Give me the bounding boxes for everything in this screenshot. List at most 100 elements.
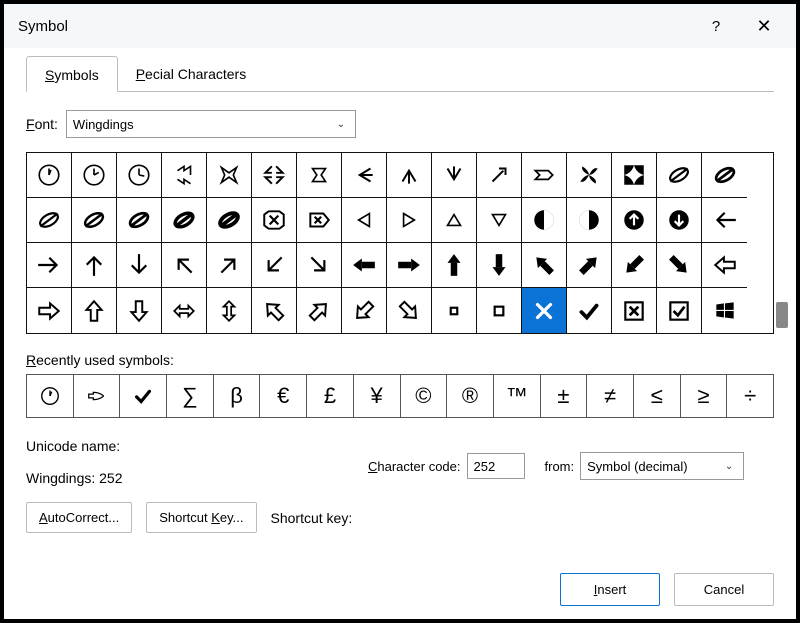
symbol-cell-caret-left[interactable] <box>342 198 387 243</box>
symbol-cell-tail-diag[interactable] <box>477 153 522 198</box>
recent-symbol-12[interactable]: ≠ <box>586 375 633 417</box>
help-button[interactable]: ? <box>692 9 740 43</box>
symbol-cell-check-boxed[interactable] <box>657 288 702 333</box>
symbol-cell-x-boxed[interactable] <box>612 288 657 333</box>
from-select[interactable]: Symbol (decimal) ⌄ <box>580 452 744 480</box>
symbol-cell-arrow-bold-dr[interactable] <box>657 243 702 288</box>
from-value: Symbol (decimal) <box>587 459 721 474</box>
symbol-cell-dblarrow4[interactable] <box>297 153 342 198</box>
symbol-cell-arrow-thin-ur[interactable] <box>207 243 252 288</box>
recent-symbol-4[interactable]: β <box>213 375 260 417</box>
insert-button[interactable]: Insert <box>560 573 660 606</box>
symbol-cell-arrow-bold-right[interactable] <box>387 243 432 288</box>
close-button[interactable]: ✕ <box>740 9 788 43</box>
symbol-cell-arrow-bold-dl[interactable] <box>612 243 657 288</box>
symbol-cell-arrow-outline-ur[interactable] <box>297 288 342 333</box>
tab-symbols[interactable]: Symbols <box>26 56 118 92</box>
symbol-cell-arrow-outline-lr[interactable] <box>162 288 207 333</box>
recent-symbol-15[interactable]: ÷ <box>726 375 773 417</box>
symbol-cell-square-star[interactable] <box>612 153 657 198</box>
symbol-cell-arrow-bold-ul[interactable] <box>522 243 567 288</box>
symbol-cell-x-mark[interactable] <box>522 288 567 333</box>
symbol-cell-leaf-diag2[interactable] <box>702 153 747 198</box>
recent-symbol-1[interactable] <box>73 375 120 417</box>
symbol-cell-arrow-thin-up[interactable] <box>72 243 117 288</box>
symbol-cell-dblarrow3[interactable] <box>252 153 297 198</box>
symbol-cell-tail-up[interactable] <box>387 153 432 198</box>
scroll-thumb[interactable] <box>776 302 788 328</box>
recent-symbol-9[interactable]: ® <box>446 375 493 417</box>
symbol-cell-leaf-bold1[interactable] <box>162 198 207 243</box>
symbol-cell-half-circle-right[interactable] <box>567 198 612 243</box>
scrollbar[interactable] <box>776 154 788 332</box>
symbol-cell-arrow-outline-up[interactable] <box>72 288 117 333</box>
symbol-cell-arrow-outline-left[interactable] <box>702 243 747 288</box>
symbol-cell-arrow-thin-dl[interactable] <box>252 243 297 288</box>
font-select[interactable]: ⌄ <box>66 110 356 138</box>
symbol-cell-arrow-thin-right[interactable] <box>27 243 72 288</box>
symbol-cell-arrow-bold-up[interactable] <box>432 243 477 288</box>
symbol-cell-caret-right[interactable] <box>387 198 432 243</box>
symbol-cell-arrow-outline-ul[interactable] <box>252 288 297 333</box>
symbol-cell-tail-left[interactable] <box>342 153 387 198</box>
recent-symbol-2[interactable] <box>119 375 166 417</box>
cancel-button[interactable]: Cancel <box>674 573 774 606</box>
symbol-cell-arrow-thin-dr[interactable] <box>297 243 342 288</box>
symbol-cell-arrow-outline-down[interactable] <box>117 288 162 333</box>
symbol-cell-square-small-1[interactable] <box>432 288 477 333</box>
recent-symbol-8[interactable]: © <box>400 375 447 417</box>
symbol-cell-tail-down[interactable] <box>432 153 477 198</box>
symbol-cell-x-box[interactable] <box>252 198 297 243</box>
tab-symbols-label: ymbols <box>54 67 98 83</box>
symbol-cell-dblarrow1[interactable] <box>162 153 207 198</box>
symbol-cell-leaf-oval3[interactable] <box>117 198 162 243</box>
font-input[interactable] <box>73 117 333 132</box>
symbol-cell-arrow-outline-dr[interactable] <box>387 288 432 333</box>
symbol-cell-leaf-bold2[interactable] <box>207 198 252 243</box>
symbol-cell-check-mark[interactable] <box>567 288 612 333</box>
symbol-cell-leaf-diag1[interactable] <box>657 153 702 198</box>
titlebar: Symbol ? ✕ <box>4 4 796 48</box>
recent-symbol-14[interactable]: ≥ <box>680 375 727 417</box>
symbol-cell-arrow-thin-down[interactable] <box>117 243 162 288</box>
wingdings-name: Wingdings: 252 <box>26 470 356 486</box>
symbol-cell-leaf-oval1[interactable] <box>27 198 72 243</box>
symbol-cell-arrow-outline-right[interactable] <box>27 288 72 333</box>
symbol-cell-arrow-bold-ur[interactable] <box>567 243 612 288</box>
recent-symbol-10[interactable]: ™ <box>493 375 540 417</box>
symbol-cell-dblarrow2[interactable] <box>207 153 252 198</box>
recent-symbol-0[interactable] <box>26 375 73 417</box>
symbol-cell-square-small-2[interactable] <box>477 288 522 333</box>
symbol-cell-arrow-circle-down[interactable] <box>657 198 702 243</box>
symbol-cell-caret-up[interactable] <box>432 198 477 243</box>
symbol-cell-clock2[interactable] <box>72 153 117 198</box>
recent-symbol-3[interactable]: ∑ <box>166 375 213 417</box>
symbol-cell-x-tag[interactable] <box>297 198 342 243</box>
symbol-cell-arrow-thin-ul[interactable] <box>162 243 207 288</box>
symbol-cell-clock3[interactable] <box>117 153 162 198</box>
symbol-cell-arrow-outline-ud[interactable] <box>207 288 252 333</box>
symbol-cell-arrow-circle-up[interactable] <box>612 198 657 243</box>
symbol-cell-ribbon-right[interactable] <box>522 153 567 198</box>
symbol-cell-arrow-thin-left[interactable] <box>702 198 747 243</box>
autocorrect-button[interactable]: AutoCorrect... <box>26 502 132 533</box>
symbol-cell-arrow-outline-dl[interactable] <box>342 288 387 333</box>
symbol-cell-caret-down[interactable] <box>477 198 522 243</box>
symbol-cell-arrow-bold-down[interactable] <box>477 243 522 288</box>
char-code-input[interactable] <box>467 453 525 479</box>
symbol-cell-windows-logo[interactable] <box>702 288 747 333</box>
shortcut-key-button[interactable]: Shortcut Key... <box>146 502 256 533</box>
symbol-cell-pinwheel[interactable] <box>567 153 612 198</box>
recent-symbol-11[interactable]: ± <box>540 375 587 417</box>
symbol-cell-arrow-bold-left[interactable] <box>342 243 387 288</box>
recent-symbol-5[interactable]: € <box>259 375 306 417</box>
chevron-down-icon: ⌄ <box>333 119 349 130</box>
symbol-cell-leaf-oval2[interactable] <box>72 198 117 243</box>
recent-symbol-13[interactable]: ≤ <box>633 375 680 417</box>
recent-symbol-6[interactable]: £ <box>306 375 353 417</box>
recent-label: Recently used symbols: <box>26 352 774 368</box>
recent-symbol-7[interactable]: ¥ <box>353 375 400 417</box>
tab-special-characters[interactable]: Pecial Characters <box>118 56 265 91</box>
symbol-cell-clock1[interactable] <box>27 153 72 198</box>
symbol-cell-half-circle-left[interactable] <box>522 198 567 243</box>
